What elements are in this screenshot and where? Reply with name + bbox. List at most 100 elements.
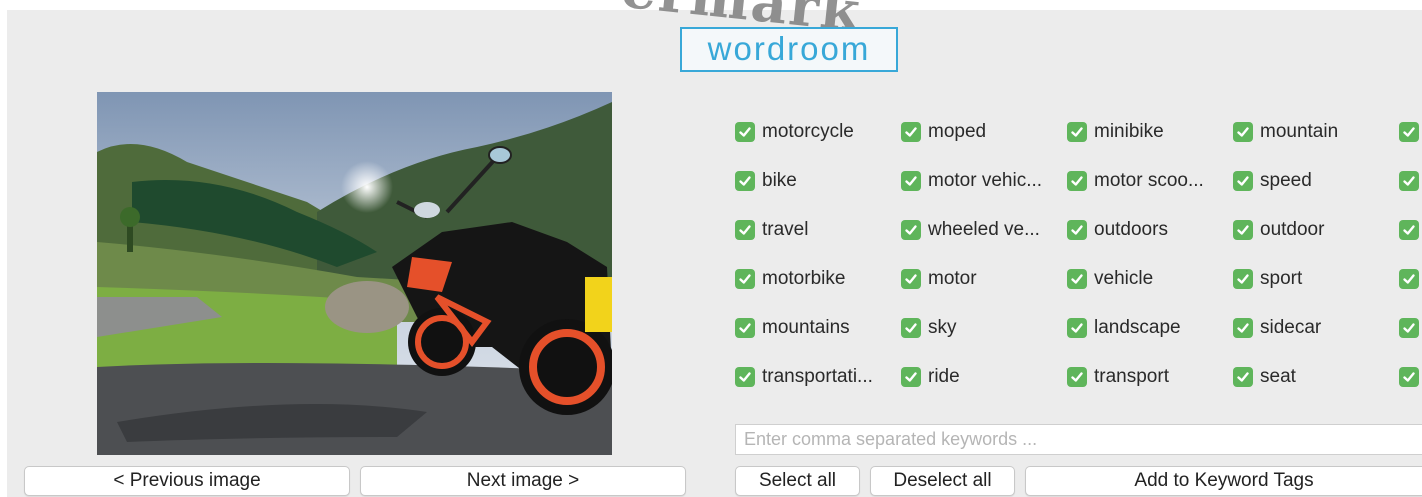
checkmark-icon: [1237, 323, 1249, 333]
deselect-all-button[interactable]: Deselect all: [870, 466, 1015, 496]
keywords-input[interactable]: [735, 424, 1422, 455]
keyword-checkbox[interactable]: [1399, 220, 1419, 240]
keyword-item[interactable]: motorcycle: [735, 118, 854, 146]
keyword-checkbox[interactable]: [735, 220, 755, 240]
keyword-label: motor scoo...: [1094, 170, 1204, 191]
keyword-checkbox[interactable]: [1233, 122, 1253, 142]
keyword-checkbox[interactable]: [735, 318, 755, 338]
keyword-checkbox[interactable]: [1067, 171, 1087, 191]
previous-image-button[interactable]: < Previous image: [24, 466, 350, 496]
checkmark-icon: [1071, 176, 1083, 186]
keyword-item[interactable]: [1399, 314, 1422, 342]
checkmark-icon: [905, 323, 917, 333]
keyword-checkbox[interactable]: [1067, 269, 1087, 289]
keyword-label: seat: [1260, 366, 1296, 387]
keyword-label: sky: [928, 317, 957, 338]
keyword-label: sidecar: [1260, 317, 1322, 338]
keyword-label: mountain: [1260, 121, 1339, 142]
checkmark-icon: [1071, 225, 1083, 235]
keyword-item[interactable]: mountain: [1233, 118, 1338, 146]
add-to-keyword-tags-button[interactable]: Add to Keyword Tags: [1025, 466, 1422, 496]
keyword-item[interactable]: seat: [1233, 363, 1296, 391]
keyword-checkbox[interactable]: [1067, 367, 1087, 387]
keyword-item[interactable]: motorbike: [735, 265, 845, 293]
keyword-checkbox[interactable]: [1399, 269, 1419, 289]
keyword-item[interactable]: vehicle: [1067, 265, 1153, 293]
keyword-item[interactable]: landscape: [1067, 314, 1181, 342]
photo-preview: [97, 92, 612, 455]
keyword-item[interactable]: wheeled ve...: [901, 216, 1040, 244]
keyword-checkbox[interactable]: [735, 269, 755, 289]
keyword-item[interactable]: motor scoo...: [1067, 167, 1204, 195]
keyword-item[interactable]: [1399, 265, 1422, 293]
keyword-checkbox[interactable]: [1233, 318, 1253, 338]
keyword-checkbox[interactable]: [1399, 171, 1419, 191]
keyword-item[interactable]: minibike: [1067, 118, 1164, 146]
keyword-item[interactable]: [1399, 167, 1422, 195]
checkmark-icon: [1237, 225, 1249, 235]
checkmark-icon: [1071, 372, 1083, 382]
keyword-label: transportati...: [762, 366, 873, 387]
checkmark-icon: [1071, 323, 1083, 333]
keyword-item[interactable]: ride: [901, 363, 960, 391]
keyword-checkbox[interactable]: [1067, 220, 1087, 240]
checkmark-icon: [1403, 274, 1415, 284]
keyword-label: motorbike: [762, 268, 846, 289]
checkmark-icon: [905, 127, 917, 137]
keyword-checkbox[interactable]: [1399, 367, 1419, 387]
keyword-item[interactable]: [1399, 118, 1422, 146]
keyword-item[interactable]: outdoors: [1067, 216, 1168, 244]
checkmark-icon: [739, 372, 751, 382]
select-all-button[interactable]: Select all: [735, 466, 860, 496]
keyword-label: outdoor: [1260, 219, 1325, 240]
keyword-label: vehicle: [1094, 268, 1154, 289]
keyword-label: moped: [928, 121, 987, 142]
keyword-item[interactable]: sidecar: [1233, 314, 1321, 342]
checkmark-icon: [1403, 323, 1415, 333]
keyword-checkbox[interactable]: [735, 367, 755, 387]
keyword-item[interactable]: mountains: [735, 314, 850, 342]
keyword-checkbox[interactable]: [1233, 367, 1253, 387]
keyword-checkbox[interactable]: [1233, 171, 1253, 191]
keyword-item[interactable]: [1399, 216, 1422, 244]
keyword-checkbox[interactable]: [901, 122, 921, 142]
keyword-checkbox[interactable]: [901, 367, 921, 387]
checkmark-icon: [739, 127, 751, 137]
keyword-label: landscape: [1094, 317, 1181, 338]
keyword-item[interactable]: sport: [1233, 265, 1302, 293]
keyword-label: motor vehic...: [928, 170, 1043, 191]
keyword-checkbox[interactable]: [1399, 122, 1419, 142]
keyword-label: travel: [762, 219, 809, 240]
keyword-item[interactable]: motor vehic...: [901, 167, 1042, 195]
keyword-item[interactable]: outdoor: [1233, 216, 1324, 244]
keyword-item[interactable]: motor: [901, 265, 977, 293]
keyword-item[interactable]: [1399, 363, 1422, 391]
keyword-checkbox[interactable]: [1067, 318, 1087, 338]
keyword-item[interactable]: sky: [901, 314, 957, 342]
checkmark-icon: [1237, 372, 1249, 382]
keyword-label: mountains: [762, 317, 850, 338]
keyword-checkbox[interactable]: [901, 220, 921, 240]
keyword-checkbox[interactable]: [901, 318, 921, 338]
keyword-checkbox[interactable]: [901, 171, 921, 191]
keyword-label: ride: [928, 366, 960, 387]
checkmark-icon: [905, 225, 917, 235]
keyword-checkbox[interactable]: [735, 171, 755, 191]
keyword-item[interactable]: bike: [735, 167, 797, 195]
keyword-checkbox[interactable]: [1233, 269, 1253, 289]
keyword-checkbox[interactable]: [1399, 318, 1419, 338]
keyword-item[interactable]: transportati...: [735, 363, 873, 391]
keyword-item[interactable]: speed: [1233, 167, 1312, 195]
next-image-button[interactable]: Next image >: [360, 466, 686, 496]
keyword-checkbox[interactable]: [901, 269, 921, 289]
keyword-item[interactable]: transport: [1067, 363, 1169, 391]
checkmark-icon: [1237, 127, 1249, 137]
keyword-item[interactable]: travel: [735, 216, 808, 244]
checkmark-icon: [1403, 127, 1415, 137]
keyword-item[interactable]: moped: [901, 118, 986, 146]
keyword-checkbox[interactable]: [1233, 220, 1253, 240]
keyword-label: minibike: [1094, 121, 1164, 142]
keyword-label: wheeled ve...: [928, 219, 1040, 240]
keyword-checkbox[interactable]: [1067, 122, 1087, 142]
keyword-checkbox[interactable]: [735, 122, 755, 142]
